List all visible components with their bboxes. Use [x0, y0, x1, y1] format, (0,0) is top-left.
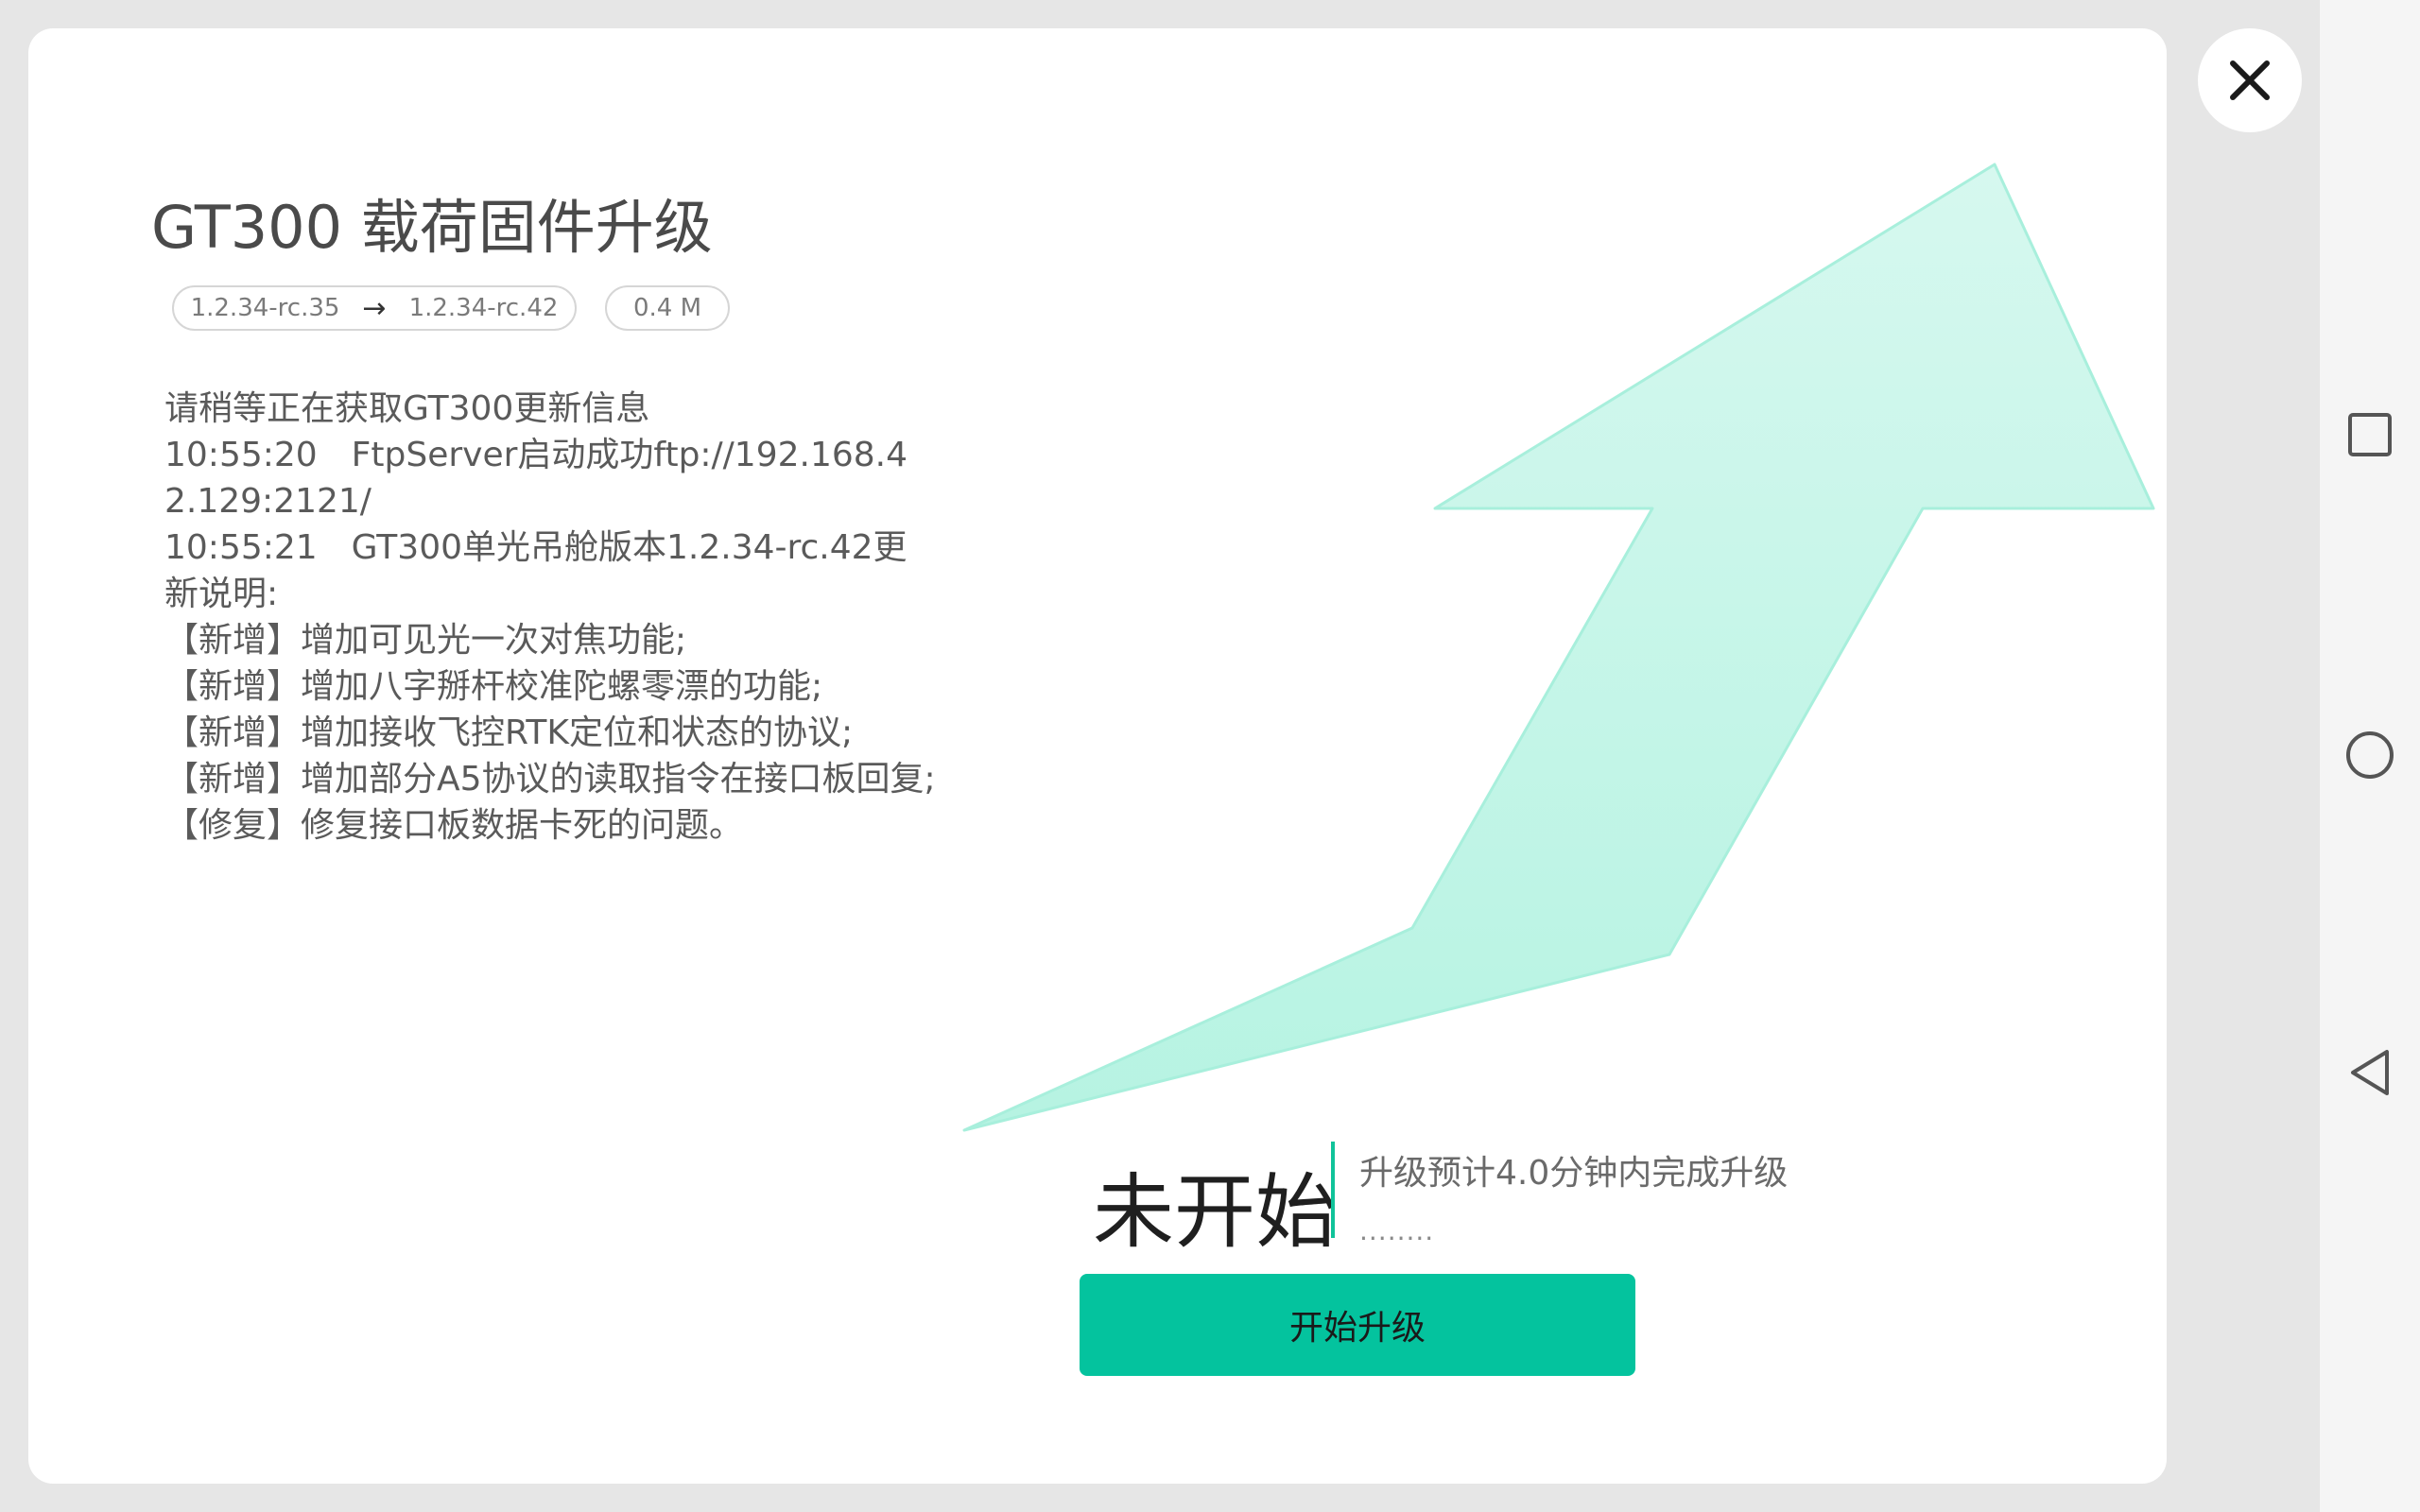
arrow-shape	[962, 163, 2155, 1132]
triangle-back-icon	[2351, 1050, 2389, 1095]
version-badge: 1.2.34-rc.35 → 1.2.34-rc.42	[172, 285, 577, 331]
log-line: 【新增】增加八字掰杆校准陀螺零漂的功能;	[164, 667, 823, 706]
update-log: 请稍等正在获取GT300更新信息 10:55:20 FtpServer启动成功f…	[164, 386, 940, 849]
log-line: 【新增】增加可见光一次对焦功能;	[164, 621, 687, 660]
progress-dots: ........	[1359, 1215, 1435, 1246]
log-line: 【新增】增加接收飞控RTK定位和状态的协议;	[164, 713, 854, 752]
current-version: 1.2.34-rc.35	[190, 294, 340, 322]
status-divider	[1331, 1142, 1335, 1238]
version-arrow-icon: →	[362, 291, 387, 325]
package-size-badge: 0.4 M	[605, 285, 730, 331]
dialog-title: GT300 载荷固件升级	[151, 193, 713, 262]
recents-button[interactable]	[2337, 402, 2403, 468]
upgrade-status: 未开始	[1093, 1165, 1337, 1260]
start-upgrade-button[interactable]: 开始升级	[1080, 1274, 1635, 1376]
log-line: 10:55:20 FtpServer启动成功ftp://192.168.42.1…	[164, 436, 908, 521]
circle-home-icon	[2346, 731, 2394, 779]
log-line: 请稍等正在获取GT300更新信息	[164, 389, 650, 428]
system-navigation-bar	[2320, 0, 2420, 1512]
log-line: 【新增】增加部分A5协议的读取指令在接口板回复;	[164, 760, 936, 799]
home-button[interactable]	[2337, 722, 2403, 788]
log-line: 【修复】修复接口板数据卡死的问题。	[164, 806, 744, 845]
close-icon	[2230, 60, 2270, 100]
log-line: 10:55:21 GT300单光吊舱版本1.2.34-rc.42更新说明:	[164, 528, 908, 613]
close-button[interactable]	[2198, 28, 2302, 132]
target-version: 1.2.34-rc.42	[408, 294, 559, 322]
upgrade-estimate-note: 升级预计4.0分钟内完成升级	[1359, 1154, 1789, 1193]
square-recents-icon	[2348, 413, 2392, 456]
firmware-upgrade-dialog: GT300 载荷固件升级 1.2.34-rc.35 → 1.2.34-rc.42…	[28, 28, 2167, 1484]
back-button[interactable]	[2337, 1040, 2403, 1106]
